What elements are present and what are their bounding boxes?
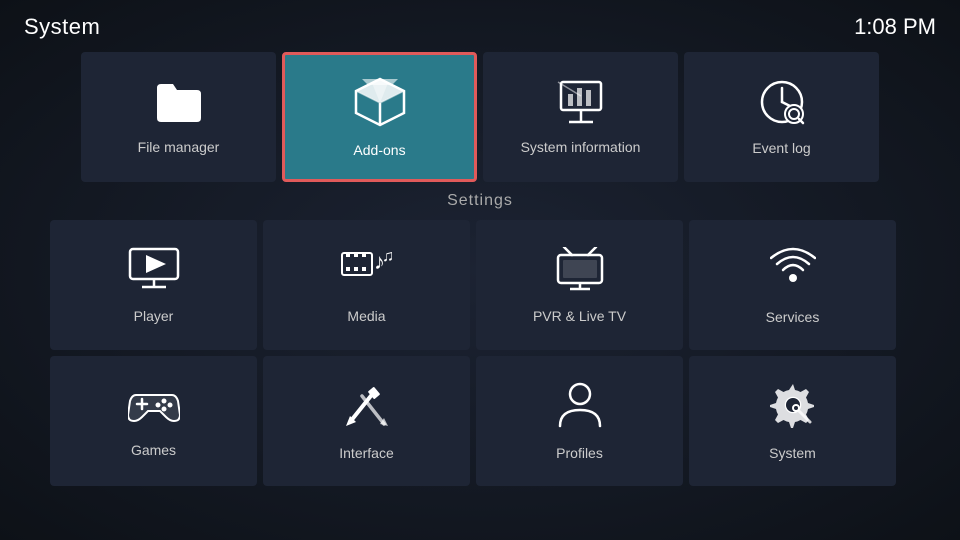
system-information-label: System information [521,139,641,155]
folder-icon [153,80,205,129]
event-log-label: Event log [752,140,810,156]
pvr-icon [554,247,606,296]
top-bar: System 1:08 PM [0,0,960,50]
interface-label: Interface [339,445,393,461]
tile-interface[interactable]: Interface [263,356,470,486]
system-label: System [769,445,816,461]
tile-profiles[interactable]: Profiles [476,356,683,486]
tile-pvr-live-tv[interactable]: PVR & Live TV [476,220,683,350]
addons-icon [354,77,406,132]
player-icon [128,247,180,296]
services-icon [770,246,816,297]
player-label: Player [134,308,174,324]
tile-services[interactable]: Services [689,220,896,350]
tile-system-information[interactable]: System information [483,52,678,182]
tile-media[interactable]: ♪ ♫ Media [263,220,470,350]
top-row: File manager Add-ons [50,52,910,182]
tile-system[interactable]: System [689,356,896,486]
games-label: Games [131,442,176,458]
settings-grid: Player ♪ ♫ Media [50,220,910,486]
eventlog-icon [759,79,805,130]
svg-text:♫: ♫ [382,248,394,265]
sysinfo-icon [556,80,606,129]
settings-row-1: Player ♪ ♫ Media [50,220,910,350]
media-icon: ♪ ♫ [340,247,394,296]
settings-row-2: Games Interface [50,356,910,486]
pvr-live-tv-label: PVR & Live TV [533,308,626,324]
add-ons-label: Add-ons [353,142,405,158]
tile-add-ons[interactable]: Add-ons [282,52,477,182]
services-label: Services [766,309,820,325]
settings-section-label: Settings [447,192,513,210]
tile-player[interactable]: Player [50,220,257,350]
tile-file-manager[interactable]: File manager [81,52,276,182]
system-icon [770,382,816,433]
tile-event-log[interactable]: Event log [684,52,879,182]
profiles-label: Profiles [556,445,603,461]
clock: 1:08 PM [854,14,936,40]
games-icon [128,385,180,430]
profiles-icon [558,382,602,433]
app-title: System [24,14,100,40]
tile-games[interactable]: Games [50,356,257,486]
interface-icon [344,382,390,433]
file-manager-label: File manager [138,139,220,155]
media-label: Media [347,308,385,324]
